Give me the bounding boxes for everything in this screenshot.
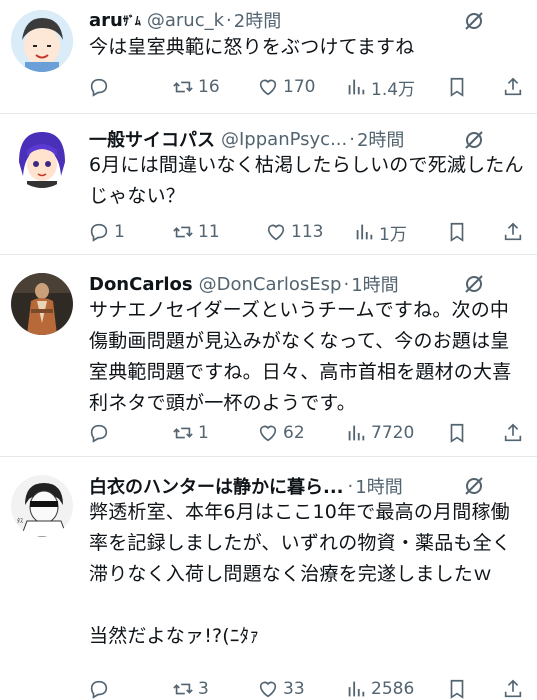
like-button[interactable]: 33: [257, 674, 305, 700]
like-icon: [267, 224, 285, 241]
retweet-button[interactable]: 11: [172, 217, 220, 247]
action-bar: 16 170 1.4万: [80, 72, 530, 102]
views-count: 7720: [371, 423, 415, 443]
tweet-3[interactable]: DonCarlos @DonCarlosEsp · 1時間 サナエノセイダーズと…: [0, 255, 537, 456]
grok-icon[interactable]: [460, 472, 488, 500]
avatar[interactable]: [11, 126, 73, 188]
views-button[interactable]: 1万: [353, 217, 407, 247]
display-name[interactable]: aru: [89, 10, 123, 31]
views-count: 2586: [371, 679, 415, 699]
retweet-button[interactable]: 16: [172, 72, 220, 102]
share-icon: [504, 222, 522, 241]
avatar[interactable]: [11, 273, 73, 335]
tweet-text: 今は皇室典範に怒りをぶつけてますね: [89, 36, 415, 58]
like-button[interactable]: 113: [265, 217, 323, 247]
like-button[interactable]: 170: [257, 72, 315, 102]
share-button[interactable]: [502, 674, 527, 700]
handle[interactable]: @IppanPsyc...: [221, 129, 347, 150]
handle[interactable]: @aruc_k: [147, 10, 224, 31]
views-icon: [356, 224, 373, 240]
tweet-4[interactable]: ﾀｽ 白衣のハンターは静かに暮ら... · 1時間 弊透析室、本年6月はここ10…: [0, 457, 537, 700]
like-icon: [259, 425, 277, 442]
separator-dot: ·: [349, 128, 355, 150]
like-count: 113: [291, 222, 324, 242]
reply-icon: [90, 78, 108, 97]
like-count: 62: [283, 423, 305, 443]
bookmark-icon: [450, 77, 464, 97]
grok-icon[interactable]: [460, 270, 488, 298]
timestamp[interactable]: 1時間: [351, 271, 398, 297]
views-count: 1.4万: [371, 79, 416, 100]
retweet-count: 16: [198, 77, 220, 97]
reply-icon: [90, 424, 108, 443]
separator-dot: ·: [226, 9, 232, 31]
like-count: 33: [283, 679, 305, 699]
retweet-button[interactable]: 1: [172, 418, 209, 448]
tweet-text: サナエノセイダーズというチームですね。次の中傷動画問題が見込みがなくなって、今の…: [89, 299, 512, 414]
timestamp[interactable]: 2時間: [357, 126, 404, 152]
views-icon: [348, 79, 365, 95]
bookmark-button[interactable]: [446, 217, 471, 247]
share-button[interactable]: [502, 418, 527, 448]
tweet-text: 6月には間違いなく枯渇したらしいので死滅したんじゃない？: [89, 154, 524, 207]
views-icon: [348, 425, 365, 441]
separator-dot: ·: [347, 475, 354, 497]
action-bar: 1 11 113 1万: [80, 217, 530, 247]
timestamp[interactable]: 1時間: [355, 473, 402, 499]
share-icon: [504, 423, 522, 442]
handle[interactable]: @DonCarlosEsp: [199, 274, 342, 295]
views-icon: [348, 681, 365, 697]
action-bar: 3 33 2586: [80, 674, 530, 700]
display-name[interactable]: 一般サイコパス: [89, 126, 215, 152]
retweet-count: 1: [198, 423, 209, 443]
like-count: 170: [283, 77, 316, 97]
bookmark-icon: [450, 222, 464, 242]
avatar[interactable]: [11, 10, 73, 72]
bookmark-button[interactable]: [446, 674, 471, 700]
timestamp[interactable]: 2時間: [234, 7, 281, 33]
display-name[interactable]: 白衣のハンターは静かに暮ら...: [89, 473, 344, 499]
share-button[interactable]: [502, 72, 527, 102]
separator-dot: ·: [343, 273, 350, 295]
bookmark-icon: [450, 423, 464, 443]
display-name-suffix: ｻﾞﾑ: [122, 13, 141, 28]
tweet-text: 弊透析室、本年6月はここ10年で最高の月間稼働率を記録しましたが、いずれの物資・…: [89, 501, 512, 647]
tweet-1[interactable]: aru ｻﾞﾑ @aruc_k · 2時間 今は皇室典範に怒りをぶつけてますね …: [0, 0, 537, 113]
views-button[interactable]: 2586: [345, 674, 414, 700]
share-icon: [504, 679, 522, 698]
retweet-icon: [173, 226, 193, 238]
grok-icon[interactable]: [460, 7, 488, 35]
retweet-button[interactable]: 3: [172, 674, 209, 700]
reply-button[interactable]: [88, 674, 114, 700]
retweet-icon: [173, 427, 193, 439]
retweet-icon: [173, 683, 193, 695]
reply-button[interactable]: [88, 72, 114, 102]
avatar[interactable]: ﾀｽ: [11, 475, 73, 537]
bookmark-button[interactable]: [446, 418, 471, 448]
retweet-count: 3: [198, 679, 209, 699]
views-button[interactable]: 7720: [345, 418, 414, 448]
reply-icon: [90, 680, 108, 699]
share-button[interactable]: [502, 217, 527, 247]
retweet-count: 11: [198, 222, 220, 242]
views-count: 1万: [379, 224, 407, 245]
reply-button[interactable]: 1: [88, 217, 125, 247]
like-button[interactable]: 62: [257, 418, 305, 448]
tweet-2[interactable]: 一般サイコパス @IppanPsyc... · 2時間 6月には間違いなく枯渇し…: [0, 114, 537, 254]
like-icon: [259, 79, 277, 96]
retweet-icon: [173, 81, 193, 93]
tweet-header: aru ｻﾞﾑ @aruc_k · 2時間: [89, 5, 281, 35]
views-button[interactable]: 1.4万: [345, 72, 415, 102]
bookmark-icon: [450, 679, 464, 699]
reply-count: 1: [114, 222, 125, 242]
share-icon: [504, 77, 522, 96]
bookmark-button[interactable]: [446, 72, 471, 102]
like-icon: [259, 681, 277, 698]
display-name[interactable]: DonCarlos: [89, 274, 193, 295]
reply-icon: [90, 223, 108, 242]
action-bar: 1 62 7720: [80, 418, 530, 448]
svg-text:ﾀｽ: ﾀｽ: [17, 518, 23, 525]
reply-button[interactable]: [88, 418, 114, 448]
